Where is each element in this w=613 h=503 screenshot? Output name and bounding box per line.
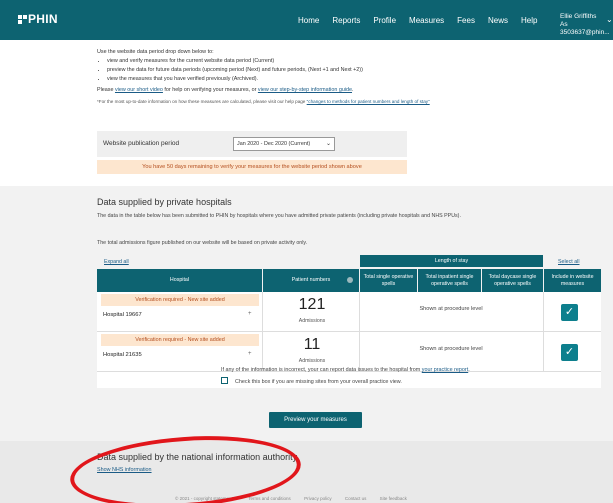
footnote-pre: If any of the information is incorrect, … bbox=[221, 367, 422, 373]
patient-numbers-header: Patient numbers bbox=[263, 269, 359, 292]
days-remaining-notice: You have 50 days remaining to verify you… bbox=[97, 160, 407, 174]
patient-count-label: Admissions bbox=[298, 358, 326, 364]
private-total-note: The total admissions figure published on… bbox=[97, 240, 308, 246]
help-pre: Please bbox=[97, 87, 115, 93]
chevron-down-icon: ⌄ bbox=[325, 141, 331, 147]
length-of-stay-value: Shown at procedure level bbox=[419, 306, 483, 312]
nav-measures[interactable]: Measures bbox=[409, 16, 444, 25]
total-inpatient-spells-header: Total inpatient single operative spells bbox=[418, 269, 481, 292]
methods-link[interactable]: "changes to methods for patient numbers … bbox=[307, 99, 430, 104]
nav-profile[interactable]: Profile bbox=[373, 16, 396, 25]
user-menu[interactable]: Ellie Griffiths As 3503637@phin... ⌄ bbox=[560, 13, 613, 37]
private-section-description: The data in the table below has been sub… bbox=[97, 213, 461, 219]
table-row: Verification required - New site added H… bbox=[97, 292, 601, 332]
footer-contact-link[interactable]: Contact us bbox=[345, 496, 367, 501]
preview-measures-button[interactable]: Preview your measures bbox=[269, 412, 362, 428]
missing-sites-row: Check this box if you are missing sites … bbox=[221, 377, 402, 385]
period-selected-value: Jan 2020 - Dec 2020 (Current) bbox=[237, 141, 311, 147]
footer-privacy-link[interactable]: Privacy policy bbox=[304, 496, 332, 501]
main-nav: Home Reports Profile Measures Fees News … bbox=[298, 0, 550, 40]
guide-link[interactable]: view our step-by-step information guide bbox=[258, 87, 352, 93]
nav-reports[interactable]: Reports bbox=[332, 16, 360, 25]
period-select[interactable]: Jan 2020 - Dec 2020 (Current) ⌄ bbox=[233, 137, 335, 151]
expand-row-icon[interactable]: + bbox=[248, 351, 252, 357]
intro-bullet: view and verify measures for the current… bbox=[107, 57, 517, 66]
practice-report-link[interactable]: your practice report bbox=[422, 367, 468, 373]
hospital-name: Hospital 19667 bbox=[103, 312, 142, 318]
period-label: Website publication period bbox=[103, 140, 180, 147]
footer-terms-link[interactable]: Terms and conditions bbox=[248, 496, 291, 501]
nav-news[interactable]: News bbox=[488, 16, 508, 25]
intro-lead: Use the website data period drop down be… bbox=[97, 49, 214, 55]
nav-home[interactable]: Home bbox=[298, 16, 319, 25]
intro-bullet-list: view and verify measures for the current… bbox=[107, 57, 517, 84]
chevron-down-icon: ⌄ bbox=[606, 15, 613, 24]
include-in-measures-header: Include in website measures bbox=[544, 269, 601, 292]
verification-warning: Verification required - New site added bbox=[101, 294, 259, 306]
column-divider bbox=[359, 292, 360, 331]
verification-warning: Verification required - New site added bbox=[101, 334, 259, 346]
expand-row-icon[interactable]: + bbox=[248, 311, 252, 317]
intro-bullet: preview the data for future data periods… bbox=[107, 66, 517, 75]
total-daycase-spells-header: Total daycase single operative spells bbox=[482, 269, 543, 292]
total-single-spells-header: Total single operative spells bbox=[360, 269, 417, 292]
info-icon[interactable] bbox=[347, 277, 353, 283]
hospital-name: Hospital 21635 bbox=[103, 352, 142, 358]
hospital-column-header: Hospital bbox=[97, 269, 262, 292]
table-row: Verification required - New site added H… bbox=[97, 332, 601, 372]
report-issues-note: If any of the information is incorrect, … bbox=[221, 367, 470, 373]
nav-help[interactable]: Help bbox=[521, 16, 537, 25]
private-section-title: Data supplied by private hospitals bbox=[97, 197, 232, 207]
include-checkbox[interactable]: ✓ bbox=[561, 344, 578, 361]
top-navigation-bar: PHIN Home Reports Profile Measures Fees … bbox=[0, 0, 613, 40]
logo-text: PHIN bbox=[28, 12, 58, 26]
missing-sites-checkbox[interactable] bbox=[221, 377, 228, 384]
methods-note: *For the most up-to-date information on … bbox=[97, 97, 517, 106]
help-mid: for help on verifying your measures, or bbox=[162, 87, 258, 93]
phin-logo[interactable]: PHIN bbox=[18, 12, 58, 26]
patient-count: 11 bbox=[303, 336, 321, 353]
missing-sites-label: Check this box if you are missing sites … bbox=[235, 379, 402, 385]
intro-section: Use the website data period drop down be… bbox=[97, 48, 517, 106]
footer-feedback-link[interactable]: Site feedback bbox=[380, 496, 407, 501]
expand-all-link[interactable]: Expand all bbox=[104, 259, 129, 265]
column-divider bbox=[359, 332, 360, 371]
patient-count: 121 bbox=[298, 296, 326, 313]
intro-bullet: view the measures that you have verified… bbox=[107, 75, 517, 84]
patient-count-label: Admissions bbox=[298, 318, 326, 324]
length-of-stay-header: Length of stay bbox=[360, 255, 543, 267]
help-text: Please view our short video for help on … bbox=[97, 86, 517, 95]
help-post: . bbox=[352, 87, 354, 93]
phin-logo-mark-icon bbox=[18, 15, 27, 24]
include-checkbox[interactable]: ✓ bbox=[561, 304, 578, 321]
video-link[interactable]: view our short video bbox=[115, 87, 163, 93]
length-of-stay-value: Shown at procedure level bbox=[419, 346, 483, 352]
publication-period-row: Website publication period Jan 2020 - De… bbox=[97, 131, 407, 157]
nav-fees[interactable]: Fees bbox=[457, 16, 475, 25]
footnote-post: . bbox=[468, 367, 470, 373]
column-divider bbox=[543, 292, 544, 331]
note-pre: *For the most up-to-date information on … bbox=[97, 99, 307, 104]
column-divider bbox=[543, 332, 544, 371]
select-all-link[interactable]: Select all bbox=[558, 259, 580, 265]
patient-numbers-label: Patient numbers bbox=[291, 277, 331, 284]
